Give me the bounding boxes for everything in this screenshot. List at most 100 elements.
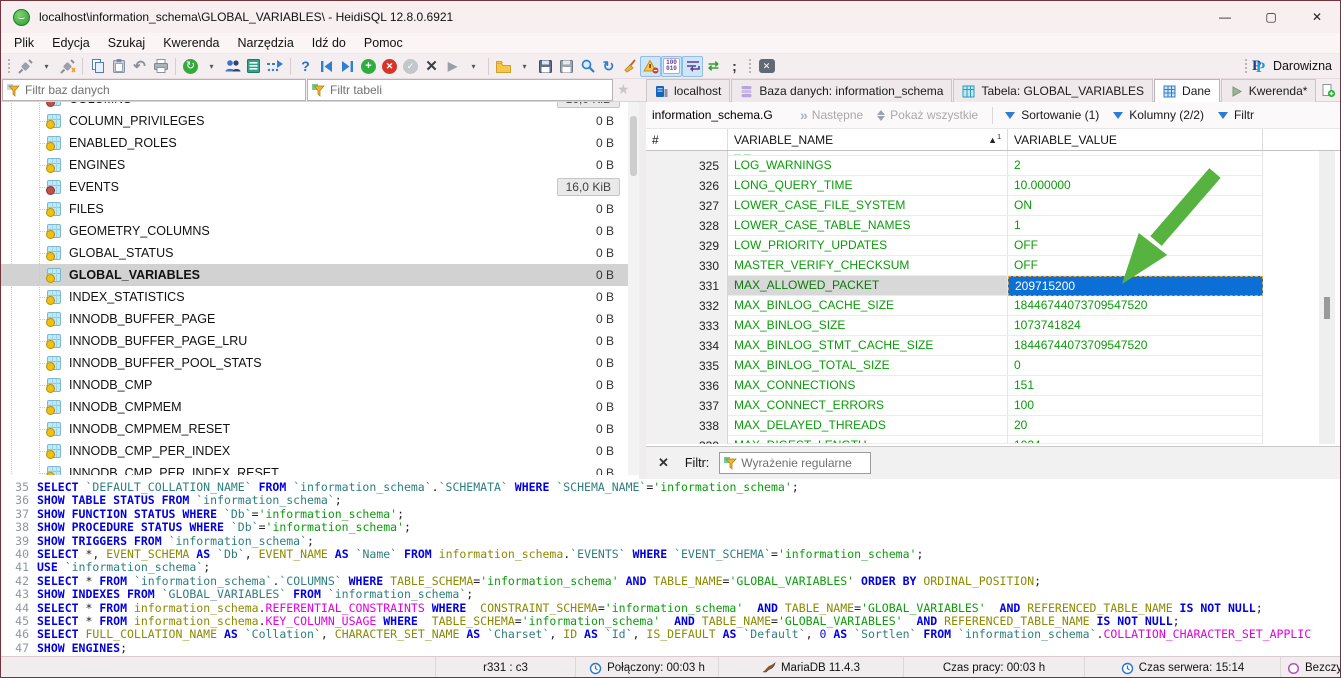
paste-button[interactable] [108,56,129,77]
tree-item-column_privileges[interactable]: COLUMN_PRIVILEGES0 B [1,110,628,132]
stop-button[interactable]: ✕ [421,56,442,77]
toggle-binary-button[interactable]: 100010 [661,56,682,77]
print-button[interactable] [150,56,171,77]
save-snippet-button[interactable] [556,56,577,77]
minimize-button[interactable]: — [1202,1,1248,33]
find-replace-button[interactable]: ↻ [598,56,619,77]
toggle-warnings-button[interactable] [640,56,661,77]
undo-button[interactable]: ↶ [129,56,150,77]
tab-localhost[interactable]: localhost [646,79,730,102]
menu-item-szukaj[interactable]: Szukaj [99,34,155,52]
tree-item-global_status[interactable]: GLOBAL_STATUS0 B [1,242,628,264]
maximize-button[interactable]: ▢ [1248,1,1294,33]
cell-variable-name[interactable]: LONG_QUERY_TIME [728,176,1008,196]
cell-variable-value[interactable]: 10.000000 [1008,176,1263,196]
data-flow-button[interactable] [264,56,286,77]
table-row[interactable]: 337MAX_CONNECT_ERRORS100 [646,396,1341,416]
next-button[interactable]: »Następne [800,107,863,123]
tree-item-columns[interactable]: COLUMNS16,0 KiB [1,102,628,110]
cell-variable-value-selected[interactable]: 209715200 [1008,276,1263,296]
database-filter-input[interactable]: Filtr baz danych [2,79,306,101]
table-row[interactable]: 328LOWER_CASE_TABLE_NAMES1 [646,216,1341,236]
tree-item-innodb_buffer_page_lru[interactable]: INNODB_BUFFER_PAGE_LRU0 B [1,330,628,352]
cell-variable-value[interactable]: 1073741824 [1008,316,1263,336]
column-header-variable-name[interactable]: VARIABLE_NAME▲1 [728,129,1008,150]
tree-item-innodb_cmp_per_index[interactable]: INNODB_CMP_PER_INDEX0 B [1,440,628,462]
tree-item-innodb_cmp_per_index_reset[interactable]: INNODB_CMP_PER_INDEX_RESET0 B [1,462,628,475]
grid-search-input[interactable]: information_schema.G [652,108,800,122]
column-header-rownum[interactable]: # [646,129,728,150]
table-row[interactable]: 332MAX_BINLOG_CACHE_SIZE1844674407370954… [646,296,1341,316]
save-button[interactable] [535,56,556,77]
cell-variable-value[interactable]: ON [1008,196,1263,216]
cell-variable-value[interactable]: 1024 [1008,436,1263,444]
open-file-button[interactable] [493,56,514,77]
run-button[interactable]: ▶ [442,56,463,77]
help-button[interactable]: ? [295,56,316,77]
table-filter-input[interactable]: Filtr tabeli [307,79,613,101]
cell-variable-value[interactable]: 0 [1008,356,1263,376]
tree-item-events[interactable]: EVENTS16,0 KiB [1,176,628,198]
table-row[interactable]: 334MAX_BINLOG_STMT_CACHE_SIZE18446744073… [646,336,1341,356]
tree-item-geometry_columns[interactable]: GEOMETRY_COLUMNS0 B [1,220,628,242]
cell-variable-name[interactable]: LOWER_CASE_FILE_SYSTEM [728,196,1008,216]
reformat-button[interactable]: ⇄ [703,56,724,77]
tree-item-global_variables[interactable]: GLOBAL_VARIABLES0 B [1,264,628,286]
tree-scrollbar-thumb[interactable] [630,116,637,176]
menu-item-narzędzia[interactable]: Narzędzia [229,34,303,52]
cell-variable-name[interactable]: MAX_BINLOG_TOTAL_SIZE [728,356,1008,376]
cell-variable-value[interactable]: OFF [1008,256,1263,276]
cell-variable-value[interactable]: 1 [1008,216,1263,236]
cell-variable-name[interactable]: MAX_CONNECTIONS [728,376,1008,396]
dropdown-caret-icon[interactable]: ▾ [514,56,535,77]
cell-variable-name[interactable]: MAX_DELAYED_THREADS [728,416,1008,436]
cell-variable-name[interactable]: MAX_ALLOWED_PACKET [728,276,1008,296]
cell-variable-name[interactable]: MAX_DIGEST_LENGTH [728,436,1008,444]
cell-variable-name[interactable]: MAX_BINLOG_SIZE [728,316,1008,336]
column-header-variable-value[interactable]: VARIABLE_VALUE [1008,129,1263,150]
tab-tabela-global-variables[interactable]: Tabela: GLOBAL_VARIABLES [953,79,1153,102]
table-row[interactable]: 326LONG_QUERY_TIME10.000000 [646,176,1341,196]
columns-button[interactable]: Kolumny (2/2) [1113,108,1204,122]
menu-item-kwerenda[interactable]: Kwerenda [154,34,228,52]
tree-scrollbar[interactable] [628,102,639,475]
cell-variable-name[interactable]: MAX_BINLOG_STMT_CACHE_SIZE [728,336,1008,356]
cell-variable-name[interactable]: MAX_BINLOG_CACHE_SIZE [728,296,1008,316]
copy-button[interactable] [87,56,108,77]
add-row-button[interactable]: + [358,56,379,77]
table-row[interactable]: 329LOW_PRIORITY_UPDATESOFF [646,236,1341,256]
cell-variable-value[interactable]: 2 [1008,156,1263,176]
close-filter-icon[interactable]: ✕ [658,455,669,471]
table-row[interactable]: 331MAX_ALLOWED_PACKET209715200 [646,276,1341,296]
show-all-button[interactable]: Pokaż wszystkie [877,108,978,122]
sql-log[interactable]: 35SELECT `DEFAULT_COLLATION_NAME` FROM `… [1,479,1340,656]
filter-button[interactable]: Filtr [1218,108,1254,122]
tree-item-engines[interactable]: ENGINES0 B [1,154,628,176]
donate-button[interactable]: PPDarowizna [1241,58,1332,75]
favorites-star-icon[interactable]: ★ [617,81,630,98]
table-row[interactable]: 338MAX_DELAYED_THREADS20 [646,416,1341,436]
tree-item-index_statistics[interactable]: INDEX_STATISTICS0 B [1,286,628,308]
table-row[interactable]: 330MASTER_VERIFY_CHECKSUMOFF [646,256,1341,276]
tab-dane[interactable]: Dane [1154,79,1220,102]
cell-variable-value[interactable]: 18446744073709547520 [1008,336,1263,356]
sorting-button[interactable]: Sortowanie (1) [1005,108,1099,122]
table-row[interactable]: 333MAX_BINLOG_SIZE1073741824 [646,316,1341,336]
table-row[interactable]: 327LOWER_CASE_FILE_SYSTEMON [646,196,1341,216]
tree-item-innodb_cmp[interactable]: INNODB_CMP0 B [1,374,628,396]
clean-button[interactable] [619,56,640,77]
close-button[interactable]: ✕ [1294,1,1340,33]
new-query-tab-button[interactable] [1317,79,1340,102]
grid-scrollbar-thumb[interactable] [1324,297,1330,319]
connect-button[interactable] [15,56,36,77]
dropdown-caret-icon[interactable]: ▾ [36,56,57,77]
cell-variable-name[interactable]: LOW_PRIORITY_UPDATES [728,236,1008,256]
cell-variable-name[interactable]: MAX_CONNECT_ERRORS [728,396,1008,416]
menu-item-idź-do[interactable]: Idź do [303,34,355,52]
refresh-button[interactable]: ↻ [180,56,201,77]
cell-variable-value[interactable]: 18446744073709547520 [1008,296,1263,316]
cancel-edit-button[interactable]: ✕ [379,56,400,77]
tree-item-enabled_roles[interactable]: ENABLED_ROLES0 B [1,132,628,154]
cell-variable-name[interactable]: MASTER_VERIFY_CHECKSUM [728,256,1008,276]
tree-item-innodb_buffer_page[interactable]: INNODB_BUFFER_PAGE0 B [1,308,628,330]
